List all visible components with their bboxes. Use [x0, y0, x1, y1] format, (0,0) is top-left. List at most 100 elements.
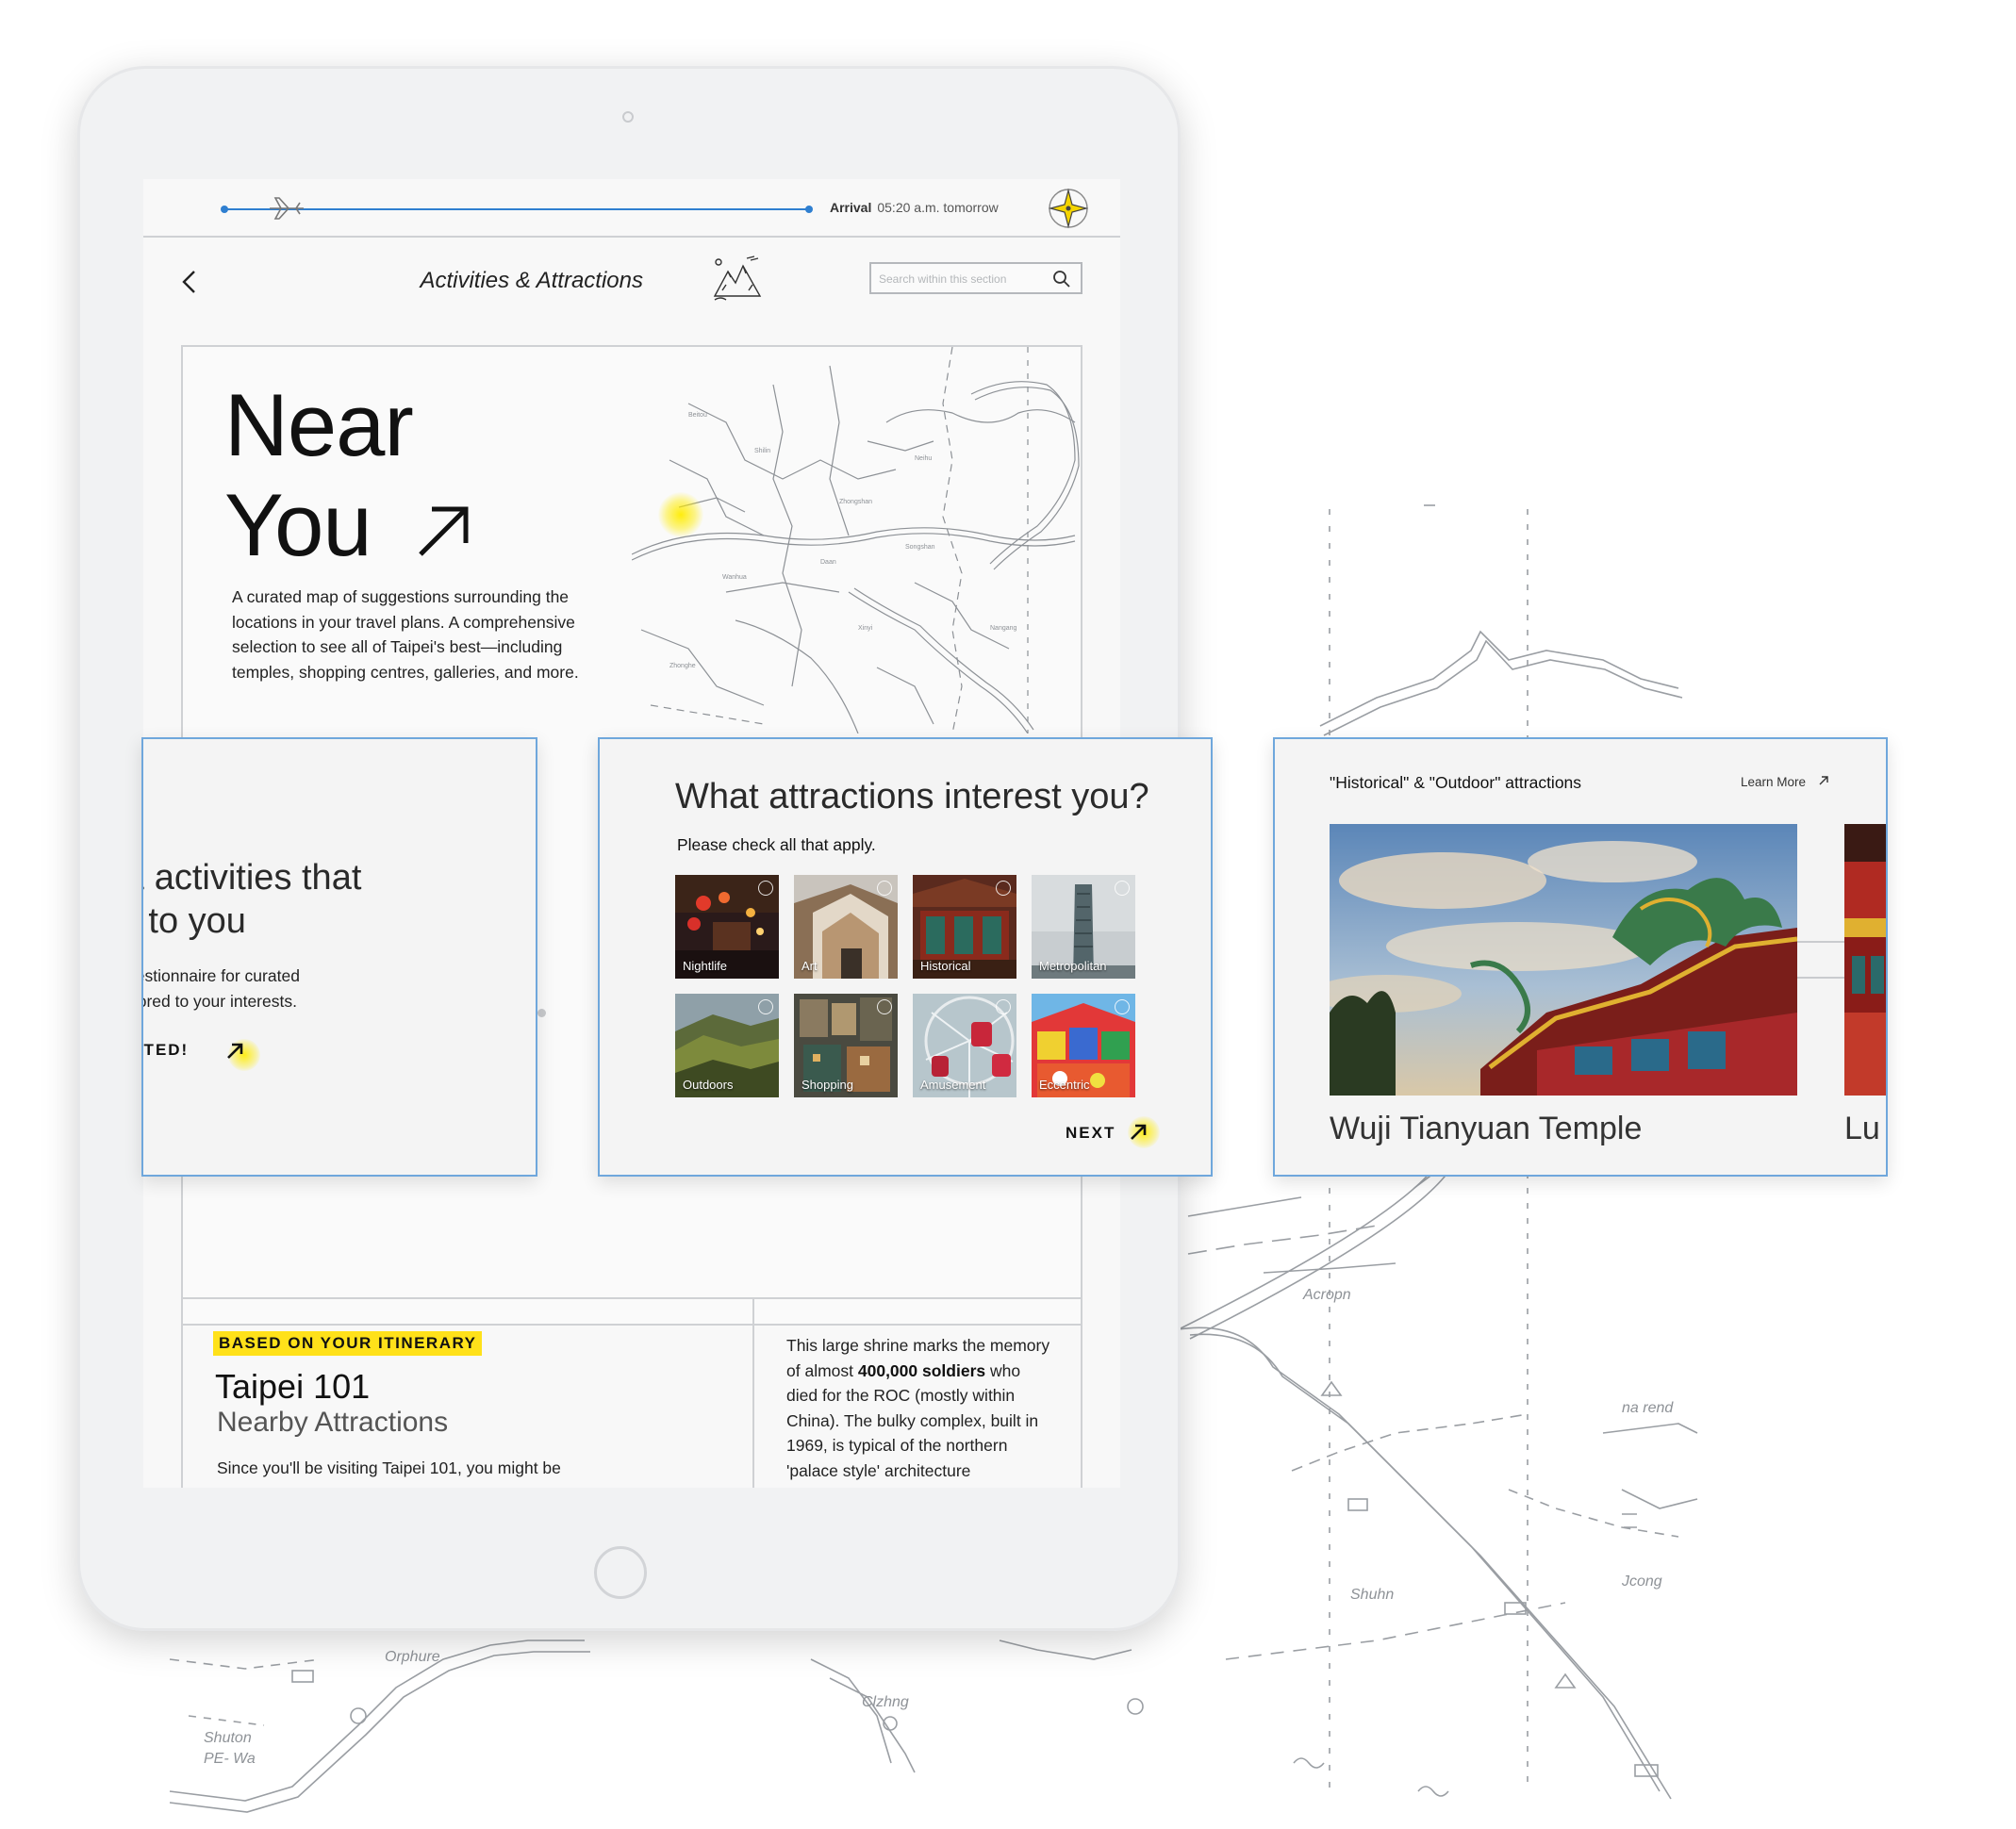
flight-path-line [223, 208, 809, 210]
near-you-title: Near You [224, 375, 414, 575]
option-nightlife[interactable]: Nightlife [675, 875, 779, 979]
amusement-checkbox[interactable] [996, 999, 1011, 1014]
outdoors-checkbox[interactable] [758, 999, 773, 1014]
search-icon[interactable] [1052, 270, 1071, 288]
svg-text:Daan: Daan [820, 559, 836, 566]
shrine-info-panel: This large shrine marks the memory of al… [754, 1299, 1082, 1488]
result-photo-1[interactable] [1330, 824, 1797, 1096]
section-search[interactable] [869, 262, 1082, 294]
svg-text:Shilin: Shilin [754, 448, 770, 454]
near-you-map[interactable]: Beitou Shilin Zhongshan Songshan Daan Xi… [632, 347, 1082, 733]
historical-checkbox[interactable] [996, 881, 1011, 896]
svg-text:Neihu: Neihu [915, 455, 932, 462]
destination-dot [805, 206, 813, 213]
learn-more-link[interactable]: Learn More [1741, 775, 1806, 789]
intro-heading: ons & activities that sonal to you [143, 856, 536, 943]
map-current-location-highlight [658, 492, 703, 537]
near-you-description: A curated map of suggestions surrounding… [232, 587, 579, 682]
flight-progress-bar: Arrival 05:20 a.m. tomorrow [143, 179, 1120, 238]
svg-text:Acropn: Acropn [1302, 1287, 1351, 1303]
itinerary-section: BASED ON YOUR ITINERARY Taipei 101 Nearb… [181, 1297, 1082, 1488]
option-art[interactable]: Art [794, 875, 898, 979]
shopping-checkbox[interactable] [877, 999, 892, 1014]
nightlife-checkbox[interactable] [758, 881, 773, 896]
option-historical[interactable]: Historical [913, 875, 1016, 979]
itinerary-body: Since you'll be visiting Taipei 101, you… [217, 1458, 561, 1477]
svg-text:Beitou: Beitou [688, 412, 707, 419]
near-you-title-line1: Near [224, 375, 414, 474]
ne-arrow-icon[interactable] [1124, 1118, 1152, 1146]
svg-text:Jcong: Jcong [1621, 1574, 1662, 1590]
intro-body-line2: ns tailored to your interests. [143, 992, 297, 1011]
svg-text:Shuhn: Shuhn [1350, 1587, 1394, 1603]
svg-text:Xinyi: Xinyi [858, 625, 873, 632]
section-title: Activities & Attractions [420, 268, 643, 293]
option-label: Historical [920, 959, 971, 973]
intro-body: he questionnaire for curated ns tailored… [143, 964, 528, 1014]
questionnaire-subheading: Please check all that apply. [677, 835, 876, 854]
option-label: Shopping [801, 1078, 853, 1092]
svg-text:Songshan: Songshan [905, 544, 935, 551]
get-started-button[interactable]: ARTED! [143, 1041, 189, 1060]
option-label: Outdoors [683, 1078, 734, 1092]
carousel-dot-3[interactable] [537, 1009, 546, 1017]
next-button[interactable]: NEXT [1066, 1124, 1115, 1143]
result-name: Lu [1844, 1111, 1880, 1146]
arrival-info: Arrival 05:20 a.m. tomorrow [830, 200, 999, 215]
option-label: Metropolitan [1039, 959, 1107, 973]
option-label: Art [801, 959, 818, 973]
ne-arrow-icon[interactable] [223, 1037, 249, 1063]
option-label: Nightlife [683, 959, 727, 973]
itinerary-nearby-panel[interactable]: BASED ON YOUR ITINERARY Taipei 101 Nearb… [181, 1299, 754, 1488]
carousel-connector [1797, 941, 1844, 979]
option-eccentric[interactable]: Eccentric [1032, 994, 1135, 1097]
svg-text:Zhonghe: Zhonghe [669, 663, 696, 669]
svg-text:Shuton: Shuton [204, 1730, 252, 1746]
intro-heading-line2: sonal to you [143, 901, 246, 941]
art-checkbox[interactable] [877, 881, 892, 896]
option-amusement[interactable]: Amusement [913, 994, 1016, 1097]
svg-text:Wanhua: Wanhua [722, 574, 747, 581]
metropolitan-checkbox[interactable] [1115, 881, 1130, 896]
svg-text:Nangang: Nangang [990, 625, 1017, 632]
svg-text:Orphure: Orphure [385, 1649, 440, 1665]
result-name: Wuji Tianyuan Temple [1330, 1111, 1643, 1146]
option-metropolitan[interactable]: Metropolitan [1032, 875, 1135, 979]
external-link-icon[interactable] [1816, 773, 1831, 788]
arrival-time: 05:20 a.m. tomorrow [877, 200, 999, 215]
intro-heading-line1: ons & activities that [143, 858, 362, 898]
origin-dot [221, 206, 228, 213]
option-shopping[interactable]: Shopping [794, 994, 898, 1097]
svg-text:PE- Wa: PE- Wa [204, 1751, 256, 1767]
temple-photo [1330, 824, 1797, 1096]
section-header: Activities & Attractions [143, 239, 1120, 334]
intro-card[interactable]: ons & activities that sonal to you he qu… [141, 737, 537, 1177]
result-photo-2[interactable] [1844, 824, 1886, 1096]
results-card: "Historical" & "Outdoor" attractions Lea… [1273, 737, 1888, 1177]
tablet-home-button[interactable] [594, 1546, 647, 1599]
svg-text:na rend: na rend [1622, 1400, 1674, 1416]
back-icon[interactable] [177, 268, 202, 296]
shrine-bold-1: 400,000 soldiers [857, 1360, 986, 1380]
tablet-camera [622, 111, 634, 123]
compass-icon[interactable] [1047, 187, 1090, 230]
itinerary-title: Taipei 101 [215, 1367, 371, 1406]
option-label: Amusement [920, 1078, 986, 1092]
near-you-title-line2: You [224, 475, 372, 574]
shrine-description: This large shrine marks the memory of al… [786, 1333, 1056, 1488]
questionnaire-heading: What attractions interest you? [675, 777, 1149, 816]
eccentric-checkbox[interactable] [1115, 999, 1130, 1014]
svg-text:Zhongshan: Zhongshan [839, 499, 872, 505]
option-outdoors[interactable]: Outdoors [675, 994, 779, 1097]
mountain-icon [713, 255, 762, 301]
results-heading: "Historical" & "Outdoor" attractions [1330, 773, 1582, 792]
questionnaire-card: What attractions interest you? Please ch… [598, 737, 1213, 1177]
svg-text:Clzhng: Clzhng [862, 1694, 909, 1710]
search-input[interactable] [879, 270, 1049, 288]
option-label: Eccentric [1039, 1078, 1090, 1092]
ne-arrow-icon[interactable] [415, 502, 473, 560]
itinerary-subtitle: Nearby Attractions [217, 1407, 449, 1438]
temple-photo-2 [1844, 824, 1886, 1096]
intro-body-line1: he questionnaire for curated [143, 966, 300, 985]
itinerary-badge: BASED ON YOUR ITINERARY [213, 1331, 483, 1356]
